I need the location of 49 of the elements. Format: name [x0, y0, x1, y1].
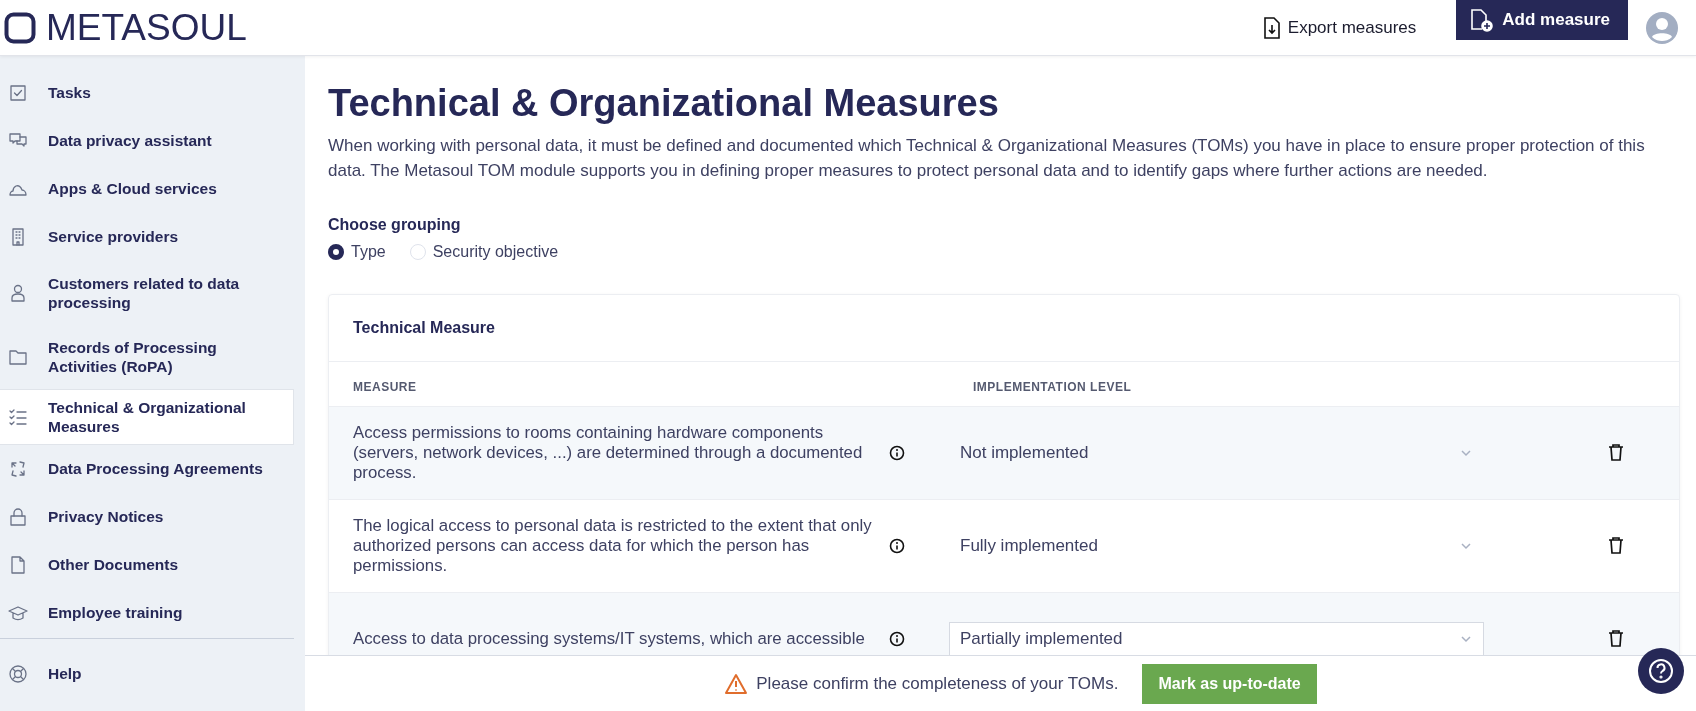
column-header: IMPLEMENTATION LEVEL — [972, 379, 1133, 396]
checklist-icon — [8, 407, 28, 427]
warning-message: Please confirm the completeness of your TOMs. — [756, 674, 1119, 694]
radio-option[interactable]: Security objective — [409, 243, 559, 261]
measure-text: Access permissions to rooms containing hardware components (servers, network devices, ...) are determined through a documented process. — [353, 423, 864, 483]
add-file-icon — [1470, 8, 1495, 32]
sidebar-item[interactable]: Data privacy assistant — [0, 117, 294, 165]
grouping-label: Choose grouping — [328, 216, 462, 234]
person-icon — [8, 283, 28, 303]
delete-icon[interactable] — [1608, 628, 1624, 650]
sidebar-item[interactable]: Technical & Organizational Measures — [0, 389, 294, 445]
measure-text: The logical access to personal data is restricted to the extent that only authorized persons can access data for which the person has permissions. — [353, 516, 873, 576]
card-title: Technical Measure — [329, 295, 1679, 362]
measure-text: Access to data processing systems/IT systems, which are accessible — [353, 629, 865, 649]
delete-icon[interactable] — [1608, 442, 1624, 464]
help-icon[interactable] — [1638, 648, 1684, 694]
sidebar-item[interactable]: Tasks — [0, 69, 294, 117]
download-file-icon — [1263, 16, 1280, 39]
sidebar-item[interactable]: Records of Processing Activities (RoPA) — [0, 325, 294, 389]
logo-text: METASOUL — [46, 6, 247, 49]
sidebar-item[interactable]: Data Processing Agreements — [0, 445, 294, 493]
info-icon[interactable] — [889, 631, 905, 647]
delete-icon[interactable] — [1608, 535, 1624, 557]
radio-option[interactable]: Type — [328, 243, 386, 261]
help-link[interactable]: Help — [0, 650, 294, 698]
logo-icon — [4, 11, 36, 44]
folder-icon — [8, 347, 28, 367]
page-description: When working with personal data, it must be defined and documented which Technical & Organizational Measures (TOMs) you have in place to ensure proper protection of this data. The Metasoul TOM module supports you in defining proper measures to protect personal data and to identify gaps where further actions are needed. — [328, 135, 1646, 182]
column-header: MEASURE — [352, 379, 418, 396]
sidebar-item[interactable]: Privacy Notices — [0, 493, 294, 541]
sync-icon — [8, 459, 28, 479]
info-icon[interactable] — [889, 538, 905, 554]
lock-icon — [8, 507, 28, 527]
info-icon[interactable] — [889, 445, 905, 461]
page-title: Technical & Organizational Measures — [328, 82, 1000, 125]
sidebar-item[interactable]: Apps & Cloud services — [0, 165, 294, 213]
warning-icon — [724, 673, 749, 695]
add-button[interactable]: Add measure — [1456, 0, 1628, 40]
sidebar-item[interactable]: Employee training — [0, 589, 294, 637]
level-dropdown[interactable]: Fully implemented — [949, 529, 1484, 563]
document-icon — [8, 555, 28, 575]
sidebar-item[interactable]: Customers related to data processing — [0, 261, 294, 325]
graduation-cap-icon — [8, 603, 28, 623]
checkbox-icon — [8, 83, 28, 103]
sidebar-item[interactable]: Other Documents — [0, 541, 294, 589]
level-dropdown[interactable]: Partially implemented — [949, 622, 1484, 655]
sidebar-item[interactable]: Service providers — [0, 213, 294, 261]
lifebuoy-icon — [8, 664, 28, 684]
export-button[interactable]: Export measures — [1257, 10, 1423, 45]
